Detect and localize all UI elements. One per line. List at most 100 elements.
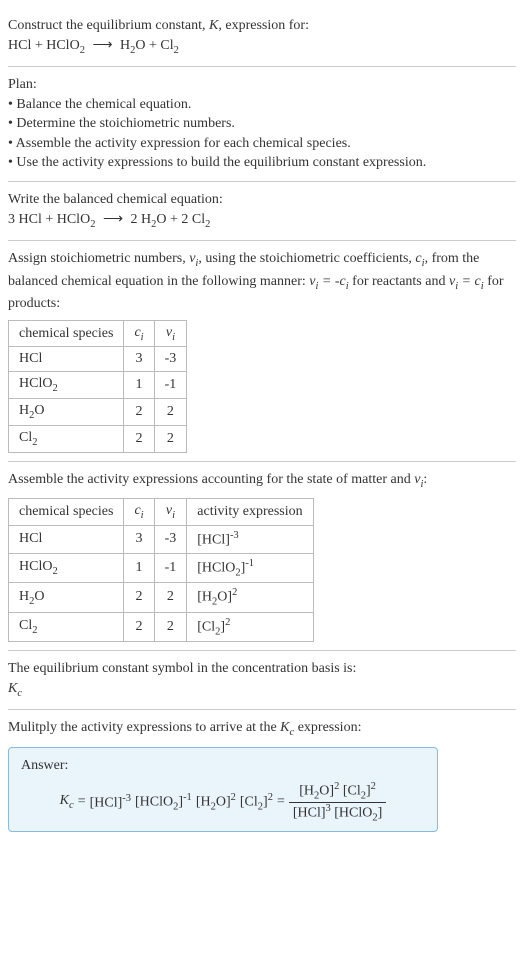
t: [H xyxy=(197,590,212,605)
exp: 2 xyxy=(225,617,230,628)
sub2: 2 xyxy=(32,625,37,636)
nu-eq2: νi = ci xyxy=(449,274,484,289)
cell-vi: 2 xyxy=(154,426,187,453)
kc: Kc xyxy=(60,793,74,811)
cell-ci: 1 xyxy=(124,372,154,399)
term-hcl: [HCl]-3 xyxy=(90,793,131,812)
nu-eq: νi = -ci xyxy=(309,274,348,289)
sub2: 2 xyxy=(205,218,210,229)
table-row: HClO2 1 -1 xyxy=(9,372,187,399)
sub2: 2 xyxy=(174,44,179,55)
multiply-line: Mulitply the activity expressions to arr… xyxy=(8,718,516,740)
eq-sign: = xyxy=(277,794,285,810)
t: [HCl] xyxy=(90,796,123,811)
plan-section: Plan: • Balance the chemical equation. •… xyxy=(8,67,516,182)
table-row: H2O 2 2 [H2O]2 xyxy=(9,583,314,612)
cell-activity: [H2O]2 xyxy=(187,583,313,612)
exp: -1 xyxy=(183,792,192,803)
stoich-table: chemical species ci νi HCl 3 -3 HClO2 1 … xyxy=(8,320,187,453)
cell-species: H2O xyxy=(9,399,124,426)
t: [HClO xyxy=(334,805,372,820)
table-row: chemical species ci νi xyxy=(9,320,187,347)
t: O xyxy=(34,403,44,418)
sub2: 2 xyxy=(52,383,57,394)
sub2: 2 xyxy=(80,44,85,55)
activity-intro: Assemble the activity expressions accoun… xyxy=(8,470,516,492)
th-activity: activity expression xyxy=(187,499,313,526)
bal-rhs-h: 2 H xyxy=(131,212,152,227)
intro-section: Construct the equilibrium constant, K, e… xyxy=(8,8,516,67)
term-hclo: [HClO2]-1 xyxy=(135,792,192,812)
table-row: Cl2 2 2 [Cl2]2 xyxy=(9,612,314,641)
cell-vi: 2 xyxy=(154,399,187,426)
t: [Cl xyxy=(240,795,258,810)
activity-table: chemical species ci νi activity expressi… xyxy=(8,498,314,642)
exp: 2 xyxy=(232,587,237,598)
t: O] xyxy=(217,590,232,605)
t: H xyxy=(19,589,29,604)
exp: -3 xyxy=(230,530,239,541)
exp: 3 xyxy=(326,803,331,814)
plan-bullet: • Balance the chemical equation. xyxy=(8,95,516,115)
cell-activity: [HCl]-3 xyxy=(187,526,313,554)
t: Cl xyxy=(19,430,32,445)
table-row: HCl 3 -3 xyxy=(9,347,187,372)
cell-ci: 3 xyxy=(124,526,154,554)
t: for reactants and xyxy=(349,274,449,289)
arrow-icon: ⟶ xyxy=(103,210,123,230)
exp: 2 xyxy=(231,792,236,803)
numerator: [H2O]2 [Cl2]2 xyxy=(289,781,386,802)
th-vi: νi xyxy=(154,320,187,347)
t: H xyxy=(19,403,29,418)
balanced-title: Write the balanced chemical equation: xyxy=(8,190,516,210)
cell-species: HClO2 xyxy=(9,553,124,582)
t: [HCl] xyxy=(197,533,230,548)
symbol-line: The equilibrium constant symbol in the c… xyxy=(8,659,516,679)
denominator: [HCl]3 [HClO2] xyxy=(289,803,386,823)
t: [HClO xyxy=(197,560,235,575)
nu-symbol: νi xyxy=(189,251,198,266)
t: O] xyxy=(319,784,334,799)
table-row: H2O 2 2 xyxy=(9,399,187,426)
kc-expression: Kc = [HCl]-3 [HClO2]-1 [H2O]2 [Cl2]2 = [… xyxy=(21,781,425,823)
t: [HClO xyxy=(135,795,173,810)
exp: -1 xyxy=(245,558,254,569)
t: HClO xyxy=(19,559,52,574)
sub2: 2 xyxy=(235,567,240,578)
sub2: 2 xyxy=(32,437,37,448)
cell-vi: -3 xyxy=(154,526,187,554)
t: HClO xyxy=(19,376,52,391)
answer-section: Mulitply the activity expressions to arr… xyxy=(8,710,516,840)
cell-species: Cl2 xyxy=(9,426,124,453)
t: ] xyxy=(378,805,383,820)
fraction: [H2O]2 [Cl2]2 [HCl]3 [HClO2] xyxy=(289,781,386,823)
kc-inline: Kc xyxy=(280,720,294,735)
bal-rhs-ocl: O + 2 Cl xyxy=(156,212,205,227)
eq-rhs-h: H xyxy=(120,38,130,53)
eq-sign: = xyxy=(78,794,86,810)
answer-box: Answer: Kc = [HCl]-3 [HClO2]-1 [H2O]2 [C… xyxy=(8,747,438,833)
t: Assemble the activity expressions accoun… xyxy=(8,472,414,487)
activity-section: Assemble the activity expressions accoun… xyxy=(8,462,516,651)
stoich-section: Assign stoichiometric numbers, νi, using… xyxy=(8,241,516,462)
t: [Cl xyxy=(197,619,215,634)
c-symbol: ci xyxy=(415,251,424,266)
t: [Cl xyxy=(343,784,361,799)
kc-symbol: Kc xyxy=(8,679,516,701)
plan-title: Plan: xyxy=(8,75,516,95)
t: O xyxy=(34,589,44,604)
answer-label: Answer: xyxy=(21,756,425,776)
t: [HCl] xyxy=(293,805,326,820)
table-row: HCl 3 -3 [HCl]-3 xyxy=(9,526,314,554)
cell-vi: 2 xyxy=(154,612,187,641)
exp: -3 xyxy=(122,793,131,804)
cell-ci: 2 xyxy=(124,583,154,612)
intro-text: Construct the equilibrium constant, xyxy=(8,18,209,33)
balanced-section: Write the balanced chemical equation: 3 … xyxy=(8,182,516,241)
term-h2o: [H2O]2 xyxy=(196,792,236,812)
th-ci: ci xyxy=(124,320,154,347)
t: [H xyxy=(299,784,314,799)
arrow-icon: ⟶ xyxy=(92,36,112,56)
k-symbol: K xyxy=(209,18,218,33)
cell-ci: 2 xyxy=(124,612,154,641)
